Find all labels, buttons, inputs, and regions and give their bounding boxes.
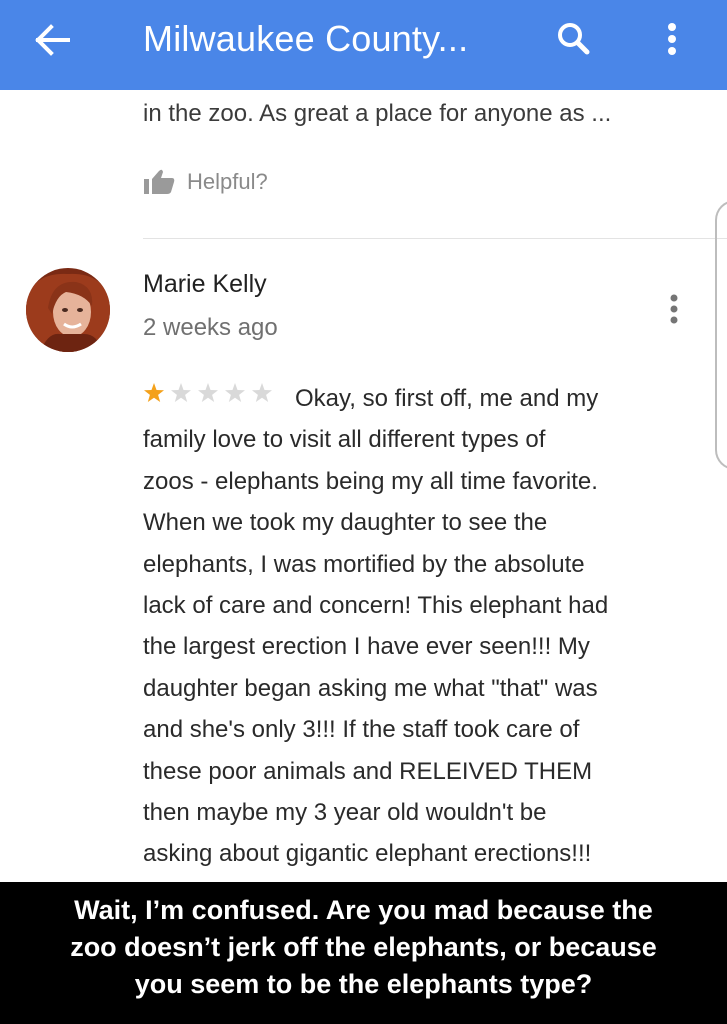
screen-edge	[715, 200, 727, 470]
helpful-button[interactable]: Helpful?	[143, 166, 268, 198]
meme-caption: Wait, I’m confused. Are you mad because …	[0, 882, 727, 1024]
review-line: When we took my daughter to see the	[143, 509, 548, 537]
star-empty-icon	[252, 382, 272, 402]
more-vertical-icon[interactable]	[660, 18, 684, 60]
caption-line: you seem to be the elephants type?	[134, 969, 593, 999]
review-line: and she's only 3!!! If the staff took ca…	[143, 716, 580, 744]
review-line: asking about gigantic elephant erections…	[143, 840, 592, 868]
avatar[interactable]	[26, 268, 110, 352]
more-vertical-icon[interactable]	[664, 288, 684, 330]
review-divider	[143, 238, 727, 239]
star-empty-icon	[198, 382, 218, 402]
previous-review-snippet: in the zoo. As great a place for anyone …	[143, 100, 612, 127]
review-line: lack of care and concern! This elephant …	[143, 591, 609, 619]
reviewer-name[interactable]: Marie Kelly	[143, 270, 267, 299]
review-line: the largest erection I have ever seen!!!…	[143, 633, 590, 661]
review-timestamp: 2 weeks ago	[143, 314, 278, 341]
page-title: Milwaukee County...	[143, 18, 469, 59]
star-empty-icon	[225, 382, 245, 402]
search-icon[interactable]	[553, 18, 595, 60]
caption-line: zoo doesn’t jerk off the elephants, or b…	[70, 932, 657, 962]
helpful-label: Helpful?	[187, 169, 268, 194]
caption-line: Wait, I’m confused. Are you mad because …	[74, 895, 653, 925]
thumbs-up-icon	[143, 168, 177, 196]
star-rating	[143, 376, 283, 417]
star-empty-icon	[171, 382, 191, 402]
review-text: Okay, so first off, me and my family lov…	[143, 378, 703, 875]
star-filled-icon	[144, 382, 164, 402]
review-line: family love to visit all different types…	[143, 426, 546, 454]
review-line: daughter began asking me what "that" was	[143, 674, 598, 702]
review-line: elephants, I was mortified by the absolu…	[143, 550, 585, 578]
arrow-left-icon[interactable]	[30, 20, 74, 60]
review-line: then maybe my 3 year old wouldn't be	[143, 798, 547, 826]
app-bar: Milwaukee County...	[0, 0, 727, 90]
review-line: zoos - elephants being my all time favor…	[143, 467, 598, 495]
review-line: Okay, so first off, me and my	[143, 378, 703, 419]
review-line: these poor animals and RELEIVED THEM	[143, 757, 593, 785]
